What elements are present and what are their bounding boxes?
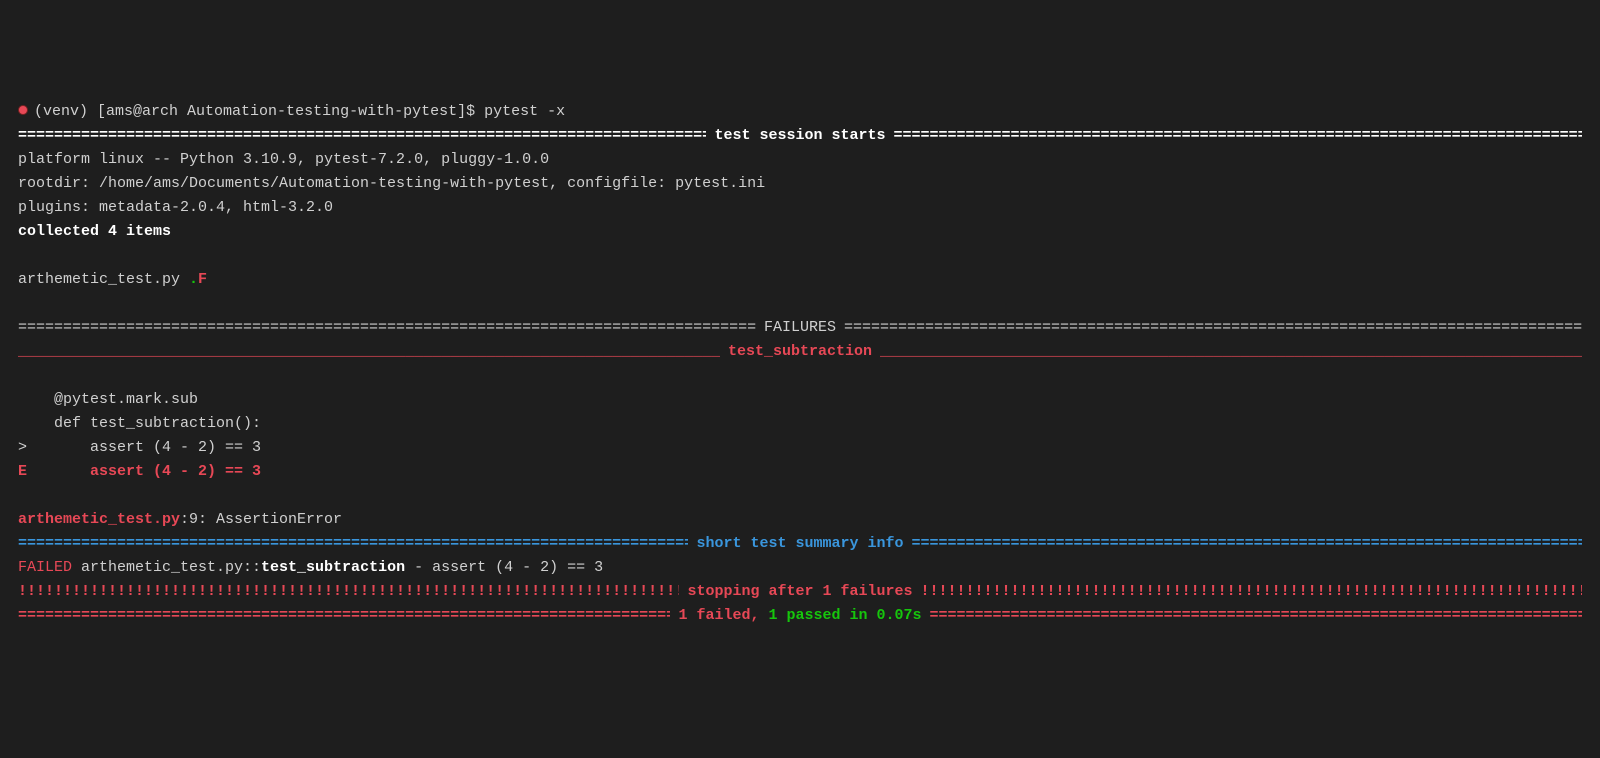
plugins-line: plugins: metadata-2.0.4, html-3.2.0 <box>18 196 1582 220</box>
test-name-rule: ________________________________________… <box>18 340 1582 364</box>
final-passed: 1 passed <box>769 607 841 624</box>
progress-line: arthemetic_test.py .F <box>18 268 1582 292</box>
rootdir-line: rootdir: /home/ams/Documents/Automation-… <box>18 172 1582 196</box>
blank-line <box>18 292 1582 316</box>
summary-rule: ========================================… <box>18 532 1582 556</box>
assert-marker: > <box>18 439 90 456</box>
command-text: pytest -x <box>484 103 565 120</box>
window-indicator-icon <box>18 105 28 115</box>
failed-path: arthemetic_test.py:: <box>72 559 261 576</box>
error-code: assert (4 - 2) == 3 <box>90 463 261 480</box>
file-location-file: arthemetic_test.py <box>18 511 180 528</box>
blank-line <box>18 364 1582 388</box>
final-label: 1 failed, 1 passed in 0.07s <box>670 604 929 628</box>
file-location-suffix: :9: AssertionError <box>180 511 342 528</box>
progress-file: arthemetic_test.py <box>18 271 189 288</box>
error-marker: E <box>18 463 90 480</box>
terminal-output[interactable]: (venv) [ams@arch Automation-testing-with… <box>18 100 1582 628</box>
file-location-line: arthemetic_test.py:9: AssertionError <box>18 508 1582 532</box>
final-rule: ========================================… <box>18 604 1582 628</box>
venv-label: (venv) <box>34 103 88 120</box>
fail-f: F <box>198 271 207 288</box>
session-starts-rule: ========================================… <box>18 124 1582 148</box>
stopping-rule: !!!!!!!!!!!!!!!!!!!!!!!!!!!!!!!!!!!!!!!!… <box>18 580 1582 604</box>
code-assert-line: > assert (4 - 2) == 3 <box>18 436 1582 460</box>
final-time: in 0.07s <box>841 607 922 624</box>
blank-line <box>18 484 1582 508</box>
failed-rest: - assert (4 - 2) == 3 <box>405 559 603 576</box>
code-decorator: @pytest.mark.sub <box>18 388 1582 412</box>
final-sep: , <box>750 607 768 624</box>
userhost-label: [ams@arch Automation-testing-with-pytest… <box>97 103 475 120</box>
stopping-label: stopping after 1 failures <box>679 580 920 604</box>
code-error-line: E assert (4 - 2) == 3 <box>18 460 1582 484</box>
pass-dot: . <box>189 271 198 288</box>
collected-line: collected 4 items <box>18 220 1582 244</box>
prompt-line: (venv) [ams@arch Automation-testing-with… <box>18 100 1582 124</box>
failures-rule: ========================================… <box>18 316 1582 340</box>
assert-code: assert (4 - 2) == 3 <box>90 439 261 456</box>
code-defline: def test_subtraction(): <box>18 412 1582 436</box>
session-starts-label: test session starts <box>706 124 893 148</box>
blank-line <box>18 244 1582 268</box>
platform-line: platform linux -- Python 3.10.9, pytest-… <box>18 148 1582 172</box>
final-failed: 1 failed <box>678 607 750 624</box>
failed-summary-line: FAILED arthemetic_test.py::test_subtract… <box>18 556 1582 580</box>
summary-label: short test summary info <box>688 532 911 556</box>
test-name-label: test_subtraction <box>720 340 880 364</box>
failed-test: test_subtraction <box>261 559 405 576</box>
failed-prefix: FAILED <box>18 559 72 576</box>
failures-label: FAILURES <box>756 316 844 340</box>
